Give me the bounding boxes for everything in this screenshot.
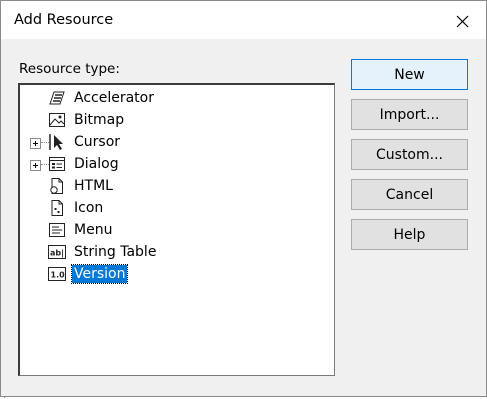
resource-type-label: Resource type: xyxy=(19,61,120,77)
string-table-icon: ab| xyxy=(47,243,67,261)
tree-item-label: Version xyxy=(70,264,129,284)
tree-item-label: String Table xyxy=(74,244,157,260)
bitmap-icon xyxy=(47,111,67,129)
expand-toggle-cursor[interactable] xyxy=(30,138,41,149)
svg-text:ab|: ab| xyxy=(50,249,64,258)
new-button[interactable]: New xyxy=(351,59,468,90)
accelerator-icon xyxy=(47,89,67,107)
version-icon: 1.0 xyxy=(47,265,67,283)
close-icon xyxy=(456,15,468,27)
tree-item-label: Accelerator xyxy=(74,90,154,106)
tree-item-html[interactable]: HTML xyxy=(47,176,115,196)
resource-type-tree[interactable]: Accelerator Bitmap Cursor Dialog HTML Ic… xyxy=(18,83,335,376)
tree-item-menu[interactable]: Menu xyxy=(47,220,114,240)
tree-item-icon[interactable]: Icon xyxy=(47,198,105,218)
add-resource-dialog: Add Resource Resource type: Accelerator xyxy=(0,0,487,397)
tree-item-cursor[interactable]: Cursor xyxy=(47,132,122,152)
title-bar: Add Resource xyxy=(1,1,486,39)
html-icon xyxy=(47,177,67,195)
tree-item-label: HTML xyxy=(74,178,113,194)
import-button[interactable]: Import... xyxy=(351,99,468,130)
svg-text:1.0: 1.0 xyxy=(51,271,66,280)
cursor-icon xyxy=(47,133,67,151)
tree-item-version[interactable]: 1.0 Version xyxy=(47,264,129,284)
tree-item-label: Icon xyxy=(74,200,104,216)
menu-icon xyxy=(47,221,67,239)
expand-toggle-dialog[interactable] xyxy=(30,160,41,171)
icon-resource-icon xyxy=(47,199,67,217)
dialog-title: Add Resource xyxy=(14,12,114,28)
cancel-button[interactable]: Cancel xyxy=(351,179,468,210)
tree-item-label: Cursor xyxy=(74,134,121,150)
dialog-icon xyxy=(47,155,67,173)
tree-item-bitmap[interactable]: Bitmap xyxy=(47,110,126,130)
close-button[interactable] xyxy=(450,9,474,33)
help-button[interactable]: Help xyxy=(351,219,468,250)
tree-item-dialog[interactable]: Dialog xyxy=(47,154,121,174)
tree-item-label: Bitmap xyxy=(74,112,125,128)
tree-item-label: Dialog xyxy=(74,156,119,172)
tree-item-accelerator[interactable]: Accelerator xyxy=(47,88,156,108)
tree-item-string-table[interactable]: ab| String Table xyxy=(47,242,158,262)
custom-button[interactable]: Custom... xyxy=(351,139,468,170)
tree-item-label: Menu xyxy=(74,222,113,238)
